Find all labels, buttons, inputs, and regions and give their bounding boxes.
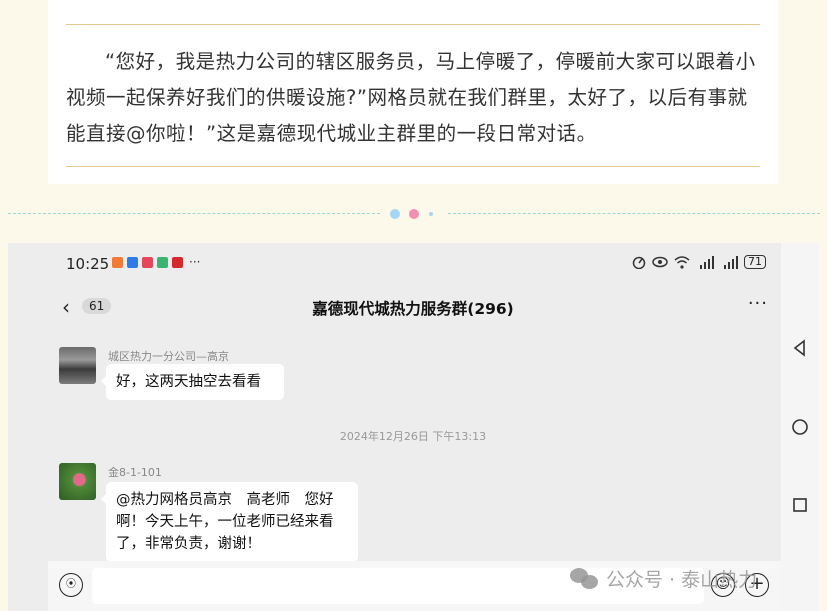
voice-icon[interactable]: ⦿ — [59, 573, 83, 597]
bottom-divider — [66, 166, 760, 167]
page: “您好，我是热力公司的辖区服务员，马上停暖了，停暖前大家可以跟着小视频一起保养好… — [0, 0, 827, 611]
app-icon-4 — [157, 257, 168, 268]
phone-screenshot: 10:25 ··· 71 ‹ 61 嘉德现代城热力服务群(296) ··· 城区… — [8, 243, 819, 611]
nav-recent-icon[interactable] — [790, 495, 810, 515]
app-icon-5 — [172, 257, 183, 268]
sender-name: 金8-1-101 — [108, 466, 162, 479]
divider-line-left — [8, 213, 380, 214]
message-timestamp: 2024年12月26日 下午13:13 — [339, 430, 487, 443]
more-dots-icon[interactable]: ··· — [748, 293, 768, 314]
app-icon-3 — [142, 257, 153, 268]
battery-level: 71 — [744, 255, 766, 269]
speed-icon — [632, 256, 646, 269]
status-right: 71 — [632, 255, 766, 269]
eye-icon — [652, 256, 668, 268]
message-bubble[interactable]: @热力网格员高京 高老师 您好啊！今天上午，一位老师已经来看了，非常负责，谢谢！ — [101, 482, 358, 562]
nav-home-icon[interactable] — [790, 417, 810, 437]
android-nav-bar — [781, 243, 819, 611]
message-bubble[interactable]: 好，这两天抽空去看看 — [101, 364, 284, 400]
wifi-icon — [674, 255, 690, 269]
app-icon-1 — [112, 257, 123, 268]
quote-card: “您好，我是热力公司的辖区服务员，马上停暖了，停暖前大家可以跟着小视频一起保养好… — [48, 0, 778, 184]
top-divider — [66, 24, 760, 25]
watermark: 公众号 · 泰山热力 — [570, 565, 757, 592]
dotted-divider — [8, 205, 820, 223]
notification-icons: ··· — [112, 255, 201, 269]
nav-back-icon[interactable] — [790, 338, 810, 358]
divider-dot-small — [429, 212, 433, 216]
app-icon-2 — [127, 257, 138, 268]
divider-line-right — [448, 213, 820, 214]
group-title: 嘉德现代城热力服务群(296) — [312, 300, 514, 318]
avatar[interactable] — [59, 463, 96, 500]
sender-name: 城区热力一分公司—高京 — [108, 350, 229, 363]
watermark-text: 公众号 · 泰山热力 — [606, 569, 758, 591]
quote-text: “您好，我是热力公司的辖区服务员，马上停暖了，停暖前大家可以跟着小视频一起保养好… — [66, 50, 756, 145]
status-time: 10:25 — [66, 255, 110, 273]
signal-icon-2 — [724, 255, 738, 269]
status-bar: 10:25 ··· 71 — [66, 255, 766, 275]
chat-header: ‹ 61 嘉德现代城热力服务群(296) ··· — [58, 293, 768, 321]
avatar[interactable] — [59, 347, 96, 384]
wechat-icon — [570, 567, 600, 590]
status-more-icon: ··· — [189, 255, 201, 269]
divider-dot-pink — [409, 209, 419, 219]
divider-dot-blue — [390, 209, 400, 219]
signal-icon-1 — [700, 255, 714, 269]
